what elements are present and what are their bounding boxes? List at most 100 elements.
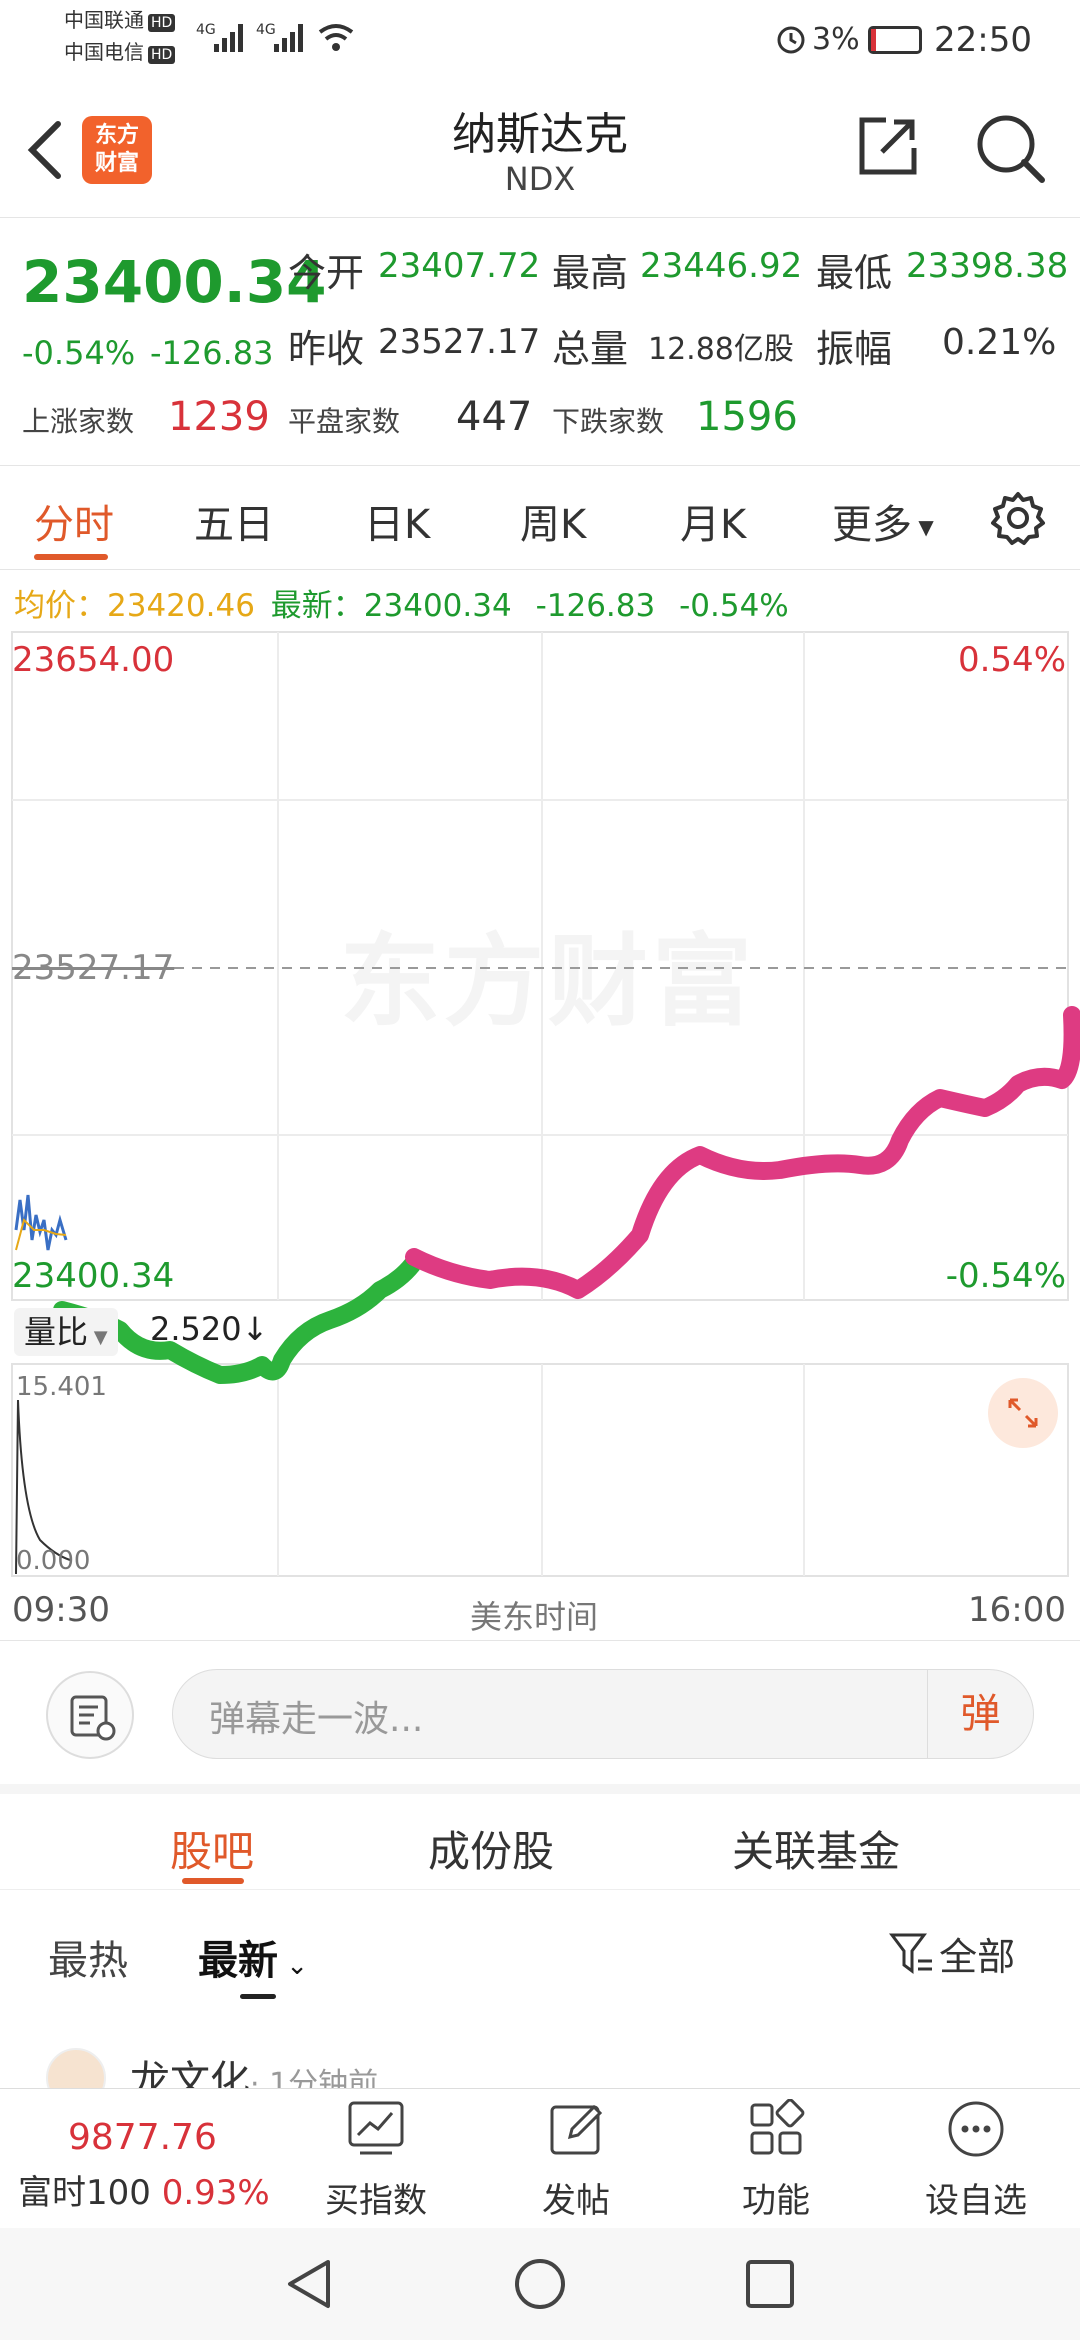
network-4g-label-2: 4G: [256, 22, 276, 38]
community-tabs: 股吧 成份股 关联基金: [0, 1784, 1080, 1890]
y-axis-prev-close: 23527.17: [12, 948, 175, 988]
expand-icon: [1008, 1398, 1038, 1428]
amplitude-label: 振幅: [816, 327, 893, 371]
tab-daily-k[interactable]: 日K: [364, 492, 430, 550]
settings-gear-icon[interactable]: [990, 490, 1046, 546]
danmu-placeholder: 弹幕走一波...: [209, 1699, 424, 1740]
tab-weekly-k[interactable]: 周K: [520, 492, 586, 550]
price-info-line: 均价：23420.46 最新：23400.34 -126.83 -0.54%: [14, 580, 789, 625]
nav-home-icon[interactable]: [512, 2256, 568, 2312]
bottom-toolbar: 9877.76 富时100 0.93% 买指数 发帖 功能 设自选: [0, 2088, 1080, 2228]
pct-axis-bottom: -0.54%: [945, 1256, 1066, 1296]
unchanged-value: 447: [456, 394, 533, 440]
prev-close-value: 23527.17: [378, 322, 541, 362]
annotation-pink-stroke: [405, 1006, 1080, 1299]
sort-latest[interactable]: 最新 ⌄: [198, 1928, 308, 1986]
volume-axis-max: 15.401: [16, 1372, 107, 1402]
unchanged-label: 平盘家数: [288, 405, 401, 438]
sort-underline: [240, 1994, 276, 1999]
quote-panel: 23400.34 -0.54% -126.83 今开 23407.72 最高 2…: [0, 218, 1080, 466]
dropdown-icon: ▼: [88, 1327, 108, 1348]
y-axis-top: 23654.00: [12, 640, 175, 680]
danmu-toggle-button[interactable]: 弹: [927, 1670, 1033, 1758]
y-axis-bottom: 23400.34: [12, 1256, 175, 1296]
prev-close-label: 昨收: [288, 327, 365, 371]
section-tab-underline: [182, 1878, 244, 1884]
tab-underline: [34, 554, 108, 560]
post-author: 龙文化· 1分钟前: [130, 2058, 379, 2088]
filter-button[interactable]: 全部: [888, 1926, 1015, 1981]
volume-ratio-value: 2.520↓: [150, 1310, 269, 1348]
amplitude-value: 0.21%: [942, 322, 1057, 363]
sort-hot[interactable]: 最热: [48, 1928, 128, 1986]
change-percent: -0.54%: [22, 334, 136, 372]
chart-tabs: 分时 五日 日K 周K 月K 更多 ▼: [0, 466, 1080, 570]
expand-chart-button[interactable]: [988, 1378, 1058, 1448]
signal-icon-2: [274, 22, 303, 52]
ticker-name: 富时100 0.93%: [18, 2173, 270, 2213]
current-price: 23400.34: [22, 248, 327, 316]
high-label: 最高: [552, 251, 629, 295]
grid-icon: [750, 2099, 805, 2155]
system-nav-bar: [0, 2228, 1080, 2340]
pct-axis-top: 0.54%: [957, 640, 1066, 680]
volume-label: 总量: [552, 327, 629, 371]
latest-label: 最新：: [270, 588, 364, 624]
danmu-settings-button[interactable]: [46, 1671, 134, 1759]
status-bar: 中国联通 HD 中国电信 HD 4G 4G 3% 22:50: [0, 0, 1080, 80]
tab-intraday[interactable]: 分时: [34, 492, 114, 550]
x-axis-end: 16:00: [968, 1590, 1066, 1630]
chart-trend-icon: [348, 2101, 404, 2155]
open-value: 23407.72: [378, 246, 541, 286]
volume-axis-min: 0.000: [16, 1546, 91, 1576]
wifi-icon: [318, 24, 354, 51]
x-axis-timezone: 美东时间: [470, 1598, 599, 1636]
advancers-label: 上涨家数: [22, 405, 135, 438]
volume-ratio-selector[interactable]: 量比 ▼: [14, 1308, 118, 1356]
post-preview[interactable]: 龙文化· 1分钟前: [46, 2048, 1046, 2088]
avg-price-value: 23420.46: [107, 588, 255, 624]
share-icon[interactable]: [856, 114, 920, 178]
nav-recents-icon[interactable]: [744, 2258, 796, 2310]
more-circle-icon: [948, 2101, 1004, 2157]
tab-guba[interactable]: 股吧: [170, 1818, 254, 1879]
nav-back-icon[interactable]: [284, 2258, 334, 2310]
tab-more[interactable]: 更多 ▼: [832, 492, 934, 550]
carrier-1: 中国联通 HD: [64, 8, 176, 32]
danmu-input[interactable]: 弹幕走一波... 弹: [172, 1669, 1034, 1759]
carrier-2: 中国电信 HD: [64, 40, 176, 64]
battery-percent: 3%: [812, 22, 860, 57]
ticker-value: 9877.76: [68, 2117, 217, 2158]
decliners-label: 下跌家数: [552, 405, 665, 438]
network-4g-label: 4G: [196, 22, 216, 38]
advancers-value: 1239: [168, 394, 270, 440]
dropdown-icon: ▼: [912, 515, 934, 539]
edit-icon: [550, 2104, 603, 2155]
latest-percent: -0.54%: [679, 588, 789, 624]
tab-5day[interactable]: 五日: [194, 492, 274, 550]
clock: 22:50: [934, 20, 1032, 60]
latest-value: 23400.34: [363, 588, 512, 624]
x-axis-start: 09:30: [12, 1590, 110, 1630]
latest-change: -126.83: [535, 588, 656, 624]
high-value: 23446.92: [640, 246, 803, 286]
alarm-icon: [777, 26, 805, 54]
sort-tabs: 最热 最新 ⌄ 全部: [0, 1890, 1080, 2010]
change-value: -126.83: [150, 334, 274, 372]
comment-bar: 弹幕走一波... 弹: [0, 1640, 1080, 1784]
low-value: 23398.38: [906, 246, 1069, 286]
avatar: [46, 2048, 106, 2088]
avg-price-label: 均价：: [14, 588, 107, 624]
open-label: 今开: [288, 251, 365, 295]
low-label: 最低: [816, 251, 893, 295]
tab-constituents[interactable]: 成份股: [428, 1818, 554, 1879]
intraday-chart[interactable]: [0, 630, 1080, 1630]
tab-related-funds[interactable]: 关联基金: [732, 1818, 900, 1879]
tab-monthly-k[interactable]: 月K: [680, 492, 746, 550]
signal-icon: [214, 22, 243, 52]
search-icon[interactable]: [974, 112, 1046, 184]
header: 东方 财富 纳斯达克 NDX: [0, 80, 1080, 218]
volume-value: 12.88亿股: [648, 332, 794, 367]
danmu-settings-icon: [70, 1695, 116, 1741]
decliners-value: 1596: [696, 394, 798, 440]
